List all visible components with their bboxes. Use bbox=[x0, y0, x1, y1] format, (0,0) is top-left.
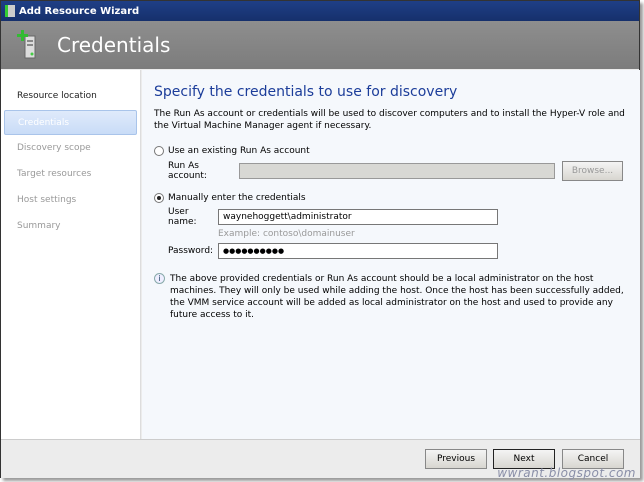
window-title: Add Resource Wizard bbox=[19, 5, 140, 17]
page-title: Credentials bbox=[57, 33, 171, 57]
option-manual-label: Manually enter the credentials bbox=[168, 193, 306, 203]
password-input[interactable]: ●●●●●●●●●● bbox=[218, 243, 498, 259]
step-resource-location[interactable]: Resource location bbox=[4, 84, 137, 109]
runas-account-input bbox=[239, 163, 555, 179]
radio-manual-credentials[interactable] bbox=[154, 193, 164, 203]
app-icon bbox=[5, 5, 15, 17]
page-header: Credentials bbox=[1, 21, 639, 69]
runas-label: Run As account: bbox=[168, 161, 207, 181]
step-host-settings: Host settings bbox=[17, 195, 77, 205]
description: The Run As account or credentials will b… bbox=[154, 109, 625, 131]
step-credentials[interactable]: Credentials bbox=[4, 110, 137, 135]
info-icon: i bbox=[154, 273, 165, 284]
username-input[interactable]: waynehoggett\administrator bbox=[218, 209, 498, 225]
main-panel: Specify the credentials to use for disco… bbox=[142, 70, 640, 439]
info-text: The above provided credentials or Run As… bbox=[170, 274, 624, 320]
radio-existing-account[interactable] bbox=[154, 146, 164, 156]
step-target-resources: Target resources bbox=[17, 169, 92, 179]
browse-button: Browse... bbox=[562, 161, 623, 181]
step-summary: Summary bbox=[17, 221, 61, 231]
option-existing-account[interactable]: Use an existing Run As account bbox=[154, 146, 628, 156]
option-manual-credentials[interactable]: Manually enter the credentials bbox=[154, 193, 628, 203]
watermark: wwrant.blogspot.com bbox=[497, 466, 636, 480]
password-label: Password: bbox=[168, 246, 214, 256]
title-bar: Add Resource Wizard bbox=[1, 1, 639, 21]
section-heading: Specify the credentials to use for disco… bbox=[154, 84, 458, 100]
previous-button[interactable]: Previous bbox=[425, 449, 487, 469]
wizard-steps: Resource location Credentials Discovery … bbox=[1, 70, 141, 439]
server-add-icon bbox=[17, 30, 36, 59]
username-label: User name: bbox=[168, 207, 197, 227]
wizard-window: Add Resource Wizard Credentials Resource… bbox=[0, 0, 640, 478]
option-existing-label: Use an existing Run As account bbox=[168, 146, 310, 156]
step-discovery-scope: Discovery scope bbox=[17, 143, 91, 153]
username-example: Example: contoso\domainuser bbox=[218, 229, 355, 239]
